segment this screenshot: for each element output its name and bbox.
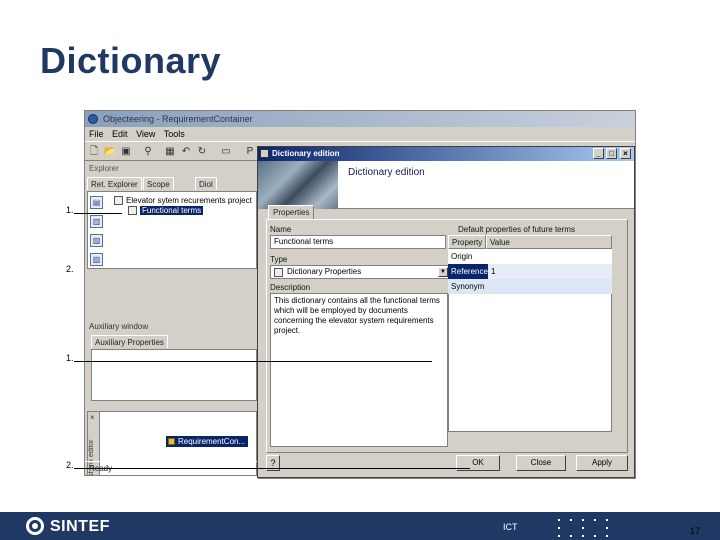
column-header-value[interactable]: Value xyxy=(486,235,612,249)
requirement-container-label: RequirementCon... xyxy=(178,437,246,446)
app-window-title: Objecteering - RequirementContainer xyxy=(103,114,253,124)
annotation-number: 1. xyxy=(66,205,74,215)
objecteering-app-icon xyxy=(88,114,98,124)
tree-side-icons: ▤ ▥ ▧ ▨ xyxy=(90,196,108,272)
sintef-logo-icon xyxy=(26,517,44,535)
type-select[interactable]: Dictionary Properties ▼ xyxy=(270,265,450,279)
close-dialog-icon[interactable]: × xyxy=(620,148,631,159)
row-property-synonym: Synonym xyxy=(451,282,485,291)
chevron-down-icon[interactable]: ▼ xyxy=(438,267,448,277)
dictionary-node-icon xyxy=(128,206,137,215)
tab-diol[interactable]: Diol xyxy=(195,177,217,190)
explorer-header: Explorer xyxy=(87,163,257,175)
new-file-icon[interactable]: 🗋 xyxy=(87,145,101,159)
description-label: Description xyxy=(270,283,311,292)
row-property-reference: Reference xyxy=(448,264,488,279)
dictionary-type-icon xyxy=(274,268,283,277)
name-label: Name xyxy=(270,225,292,234)
folder-icon xyxy=(168,438,175,445)
table-empty-area xyxy=(448,294,612,432)
row-value-reference[interactable]: 1 xyxy=(488,264,612,279)
binoculars-icon[interactable]: ⚲ xyxy=(141,145,155,159)
dialog-heading: Dictionary edition xyxy=(348,167,425,178)
footer-brand: SINTEF xyxy=(50,518,110,535)
properties-icon[interactable]: P xyxy=(243,145,257,159)
menu-file[interactable]: File xyxy=(89,129,104,139)
dialog-title: Dictionary edition xyxy=(272,149,340,158)
tree-item-functional-terms-label: Functional terms xyxy=(140,206,204,215)
table-row[interactable]: Synonym xyxy=(448,279,612,294)
back-icon[interactable]: ↶ xyxy=(179,145,193,159)
tab-scope[interactable]: Scope xyxy=(143,177,174,190)
window-icon[interactable]: ▭ xyxy=(219,145,233,159)
default-properties-table: Property Value Origin Reference 1 Synony… xyxy=(448,235,612,432)
row-property-origin: Origin xyxy=(451,252,473,261)
refresh-icon[interactable]: ↻ xyxy=(195,145,209,159)
table-header: Property Value xyxy=(448,235,612,249)
project-icon xyxy=(114,196,123,205)
annotation-line xyxy=(74,213,122,214)
banner-image xyxy=(258,161,338,209)
explorer-tabs: Ret. Explorer Scope Diol xyxy=(87,175,257,191)
dictionary-icon[interactable]: ▥ xyxy=(90,215,103,228)
tree-item-project-label: Elevator sytem recurements project xyxy=(126,196,252,205)
tree-item-project[interactable]: Elevator sytem recurements project xyxy=(114,196,252,206)
close-icon[interactable]: × xyxy=(90,413,95,422)
name-field[interactable]: Functional terms xyxy=(270,235,446,249)
document-icon[interactable]: ▧ xyxy=(90,234,103,247)
tree-item-functional-terms[interactable]: Functional terms xyxy=(128,206,204,216)
table-row[interactable]: Reference 1 xyxy=(448,264,612,279)
annotation-number: 2. xyxy=(66,460,74,470)
annotation-number: 2. xyxy=(66,264,74,274)
dialog-icon xyxy=(260,149,269,158)
apply-button[interactable]: Apply xyxy=(576,455,628,471)
dictionary-dialog: Dictionary edition _ □ × Dictionary edit… xyxy=(257,146,635,478)
annotation-line xyxy=(74,468,470,469)
description-textarea[interactable]: This dictionary contains all the functio… xyxy=(270,293,448,447)
tab-ret-explorer[interactable]: Ret. Explorer xyxy=(87,177,142,190)
footer-unit: ICT xyxy=(503,522,518,532)
slide-footer: SINTEF ICT xyxy=(0,512,720,540)
left-pane: Explorer Ret. Explorer Scope Diol ▤ ▥ ▧ … xyxy=(87,163,257,475)
menu-view[interactable]: View xyxy=(136,129,155,139)
column-header-property[interactable]: Property xyxy=(448,235,486,249)
save-icon[interactable]: ▣ xyxy=(119,145,133,159)
requirement-icon[interactable]: ▨ xyxy=(90,253,103,266)
auxiliary-header: Auxiliary window xyxy=(89,322,149,331)
slide-title: Dictionary xyxy=(40,40,222,81)
open-folder-icon[interactable]: 📂 xyxy=(103,145,117,159)
requirement-container-item[interactable]: RequirementCon... xyxy=(166,436,249,447)
table-row[interactable]: Origin xyxy=(448,249,612,264)
default-properties-label: Default properties of future terms xyxy=(458,225,575,234)
tab-properties[interactable]: Properties xyxy=(268,205,315,219)
auxiliary-area xyxy=(91,349,257,401)
explorer-tree: ▤ ▥ ▧ ▨ Elevator sytem recurements proje… xyxy=(87,191,257,269)
minimize-icon[interactable]: _ xyxy=(593,148,604,159)
page-number: 17 xyxy=(690,526,701,536)
maximize-icon[interactable]: □ xyxy=(606,148,617,159)
menu-edit[interactable]: Edit xyxy=(112,129,128,139)
footer-dots-decoration xyxy=(558,517,618,537)
diagram-icon[interactable]: ▦ xyxy=(163,145,177,159)
tab-auxiliary-properties[interactable]: Auxiliary Properties xyxy=(91,335,168,348)
close-button[interactable]: Close xyxy=(516,455,566,471)
type-label: Type xyxy=(270,255,288,264)
dialog-title-bar: Dictionary edition _ □ × xyxy=(258,147,634,161)
app-title-bar: Objecteering - RequirementContainer xyxy=(85,111,635,127)
type-select-value: Dictionary Properties xyxy=(287,267,362,276)
package-icon[interactable]: ▤ xyxy=(90,196,103,209)
row-value-synonym xyxy=(488,279,612,294)
dialog-banner: Dictionary edition xyxy=(258,161,634,209)
annotation-number: 1. xyxy=(66,353,74,363)
menu-bar: File Edit View Tools xyxy=(85,127,635,141)
row-value-origin xyxy=(488,249,612,264)
menu-tools[interactable]: Tools xyxy=(164,129,185,139)
annotation-line xyxy=(74,361,432,362)
